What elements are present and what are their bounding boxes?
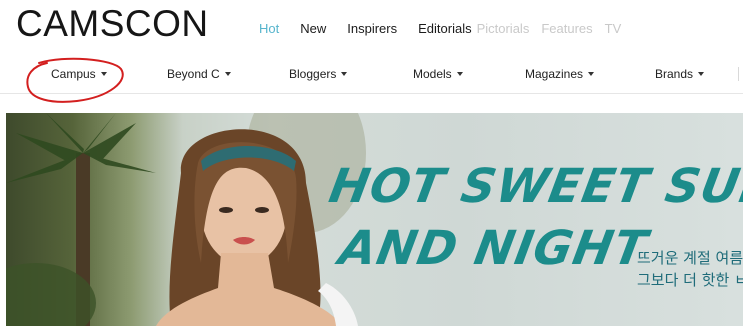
category-brands[interactable]: Brands (655, 67, 705, 81)
category-models[interactable]: Models (413, 67, 463, 81)
top-nav-editorials[interactable]: Editorials (418, 21, 471, 36)
hero-subtitle-line1: 뜨거운 계절 여름 (637, 249, 743, 267)
category-magazines[interactable]: Magazines (525, 67, 595, 81)
top-nav-hot[interactable]: Hot (259, 21, 279, 36)
category-brands-label: Brands (655, 67, 694, 81)
nav-edge-divider (738, 67, 741, 81)
top-bar: CAMSCON Hot New Inspirers Editorials Pic… (0, 0, 743, 52)
category-beyond-c-label: Beyond C (167, 67, 220, 81)
hero-banner[interactable]: HOT SWEET SUMME AND NIGHT 뜨거운 계절 여름 그보다 … (6, 113, 743, 326)
hero-headline-line2: AND NIGHT (335, 221, 652, 276)
camscon-logo[interactable]: CAMSCON (16, 4, 209, 44)
category-bloggers[interactable]: Bloggers (289, 67, 348, 81)
top-nav-inspirers[interactable]: Inspirers (347, 21, 397, 36)
red-annotation-circle (26, 57, 124, 103)
top-nav-features[interactable]: Features (541, 21, 592, 36)
top-nav-pictorials[interactable]: Pictorials (477, 21, 530, 36)
top-nav-new[interactable]: New (300, 21, 326, 36)
caret-down-icon (224, 71, 231, 76)
category-bloggers-label: Bloggers (289, 67, 337, 81)
hero-subtitle-line2: 그보다 더 핫한 ㅂ (637, 271, 743, 289)
page: CAMSCON Hot New Inspirers Editorials Pic… (0, 0, 743, 336)
category-beyond-c[interactable]: Beyond C (167, 67, 231, 81)
caret-down-icon (456, 71, 463, 76)
caret-down-icon (698, 71, 705, 76)
hero-photo (6, 113, 366, 326)
top-nav-tv[interactable]: TV (605, 21, 622, 36)
hero-headline-line1: HOT SWEET SUMME (325, 159, 743, 214)
caret-down-icon (341, 71, 348, 76)
caret-down-icon (588, 71, 595, 76)
category-magazines-label: Magazines (525, 67, 584, 81)
category-models-label: Models (413, 67, 452, 81)
top-nav: Hot New Inspirers Editorials Pictorials … (259, 19, 633, 37)
